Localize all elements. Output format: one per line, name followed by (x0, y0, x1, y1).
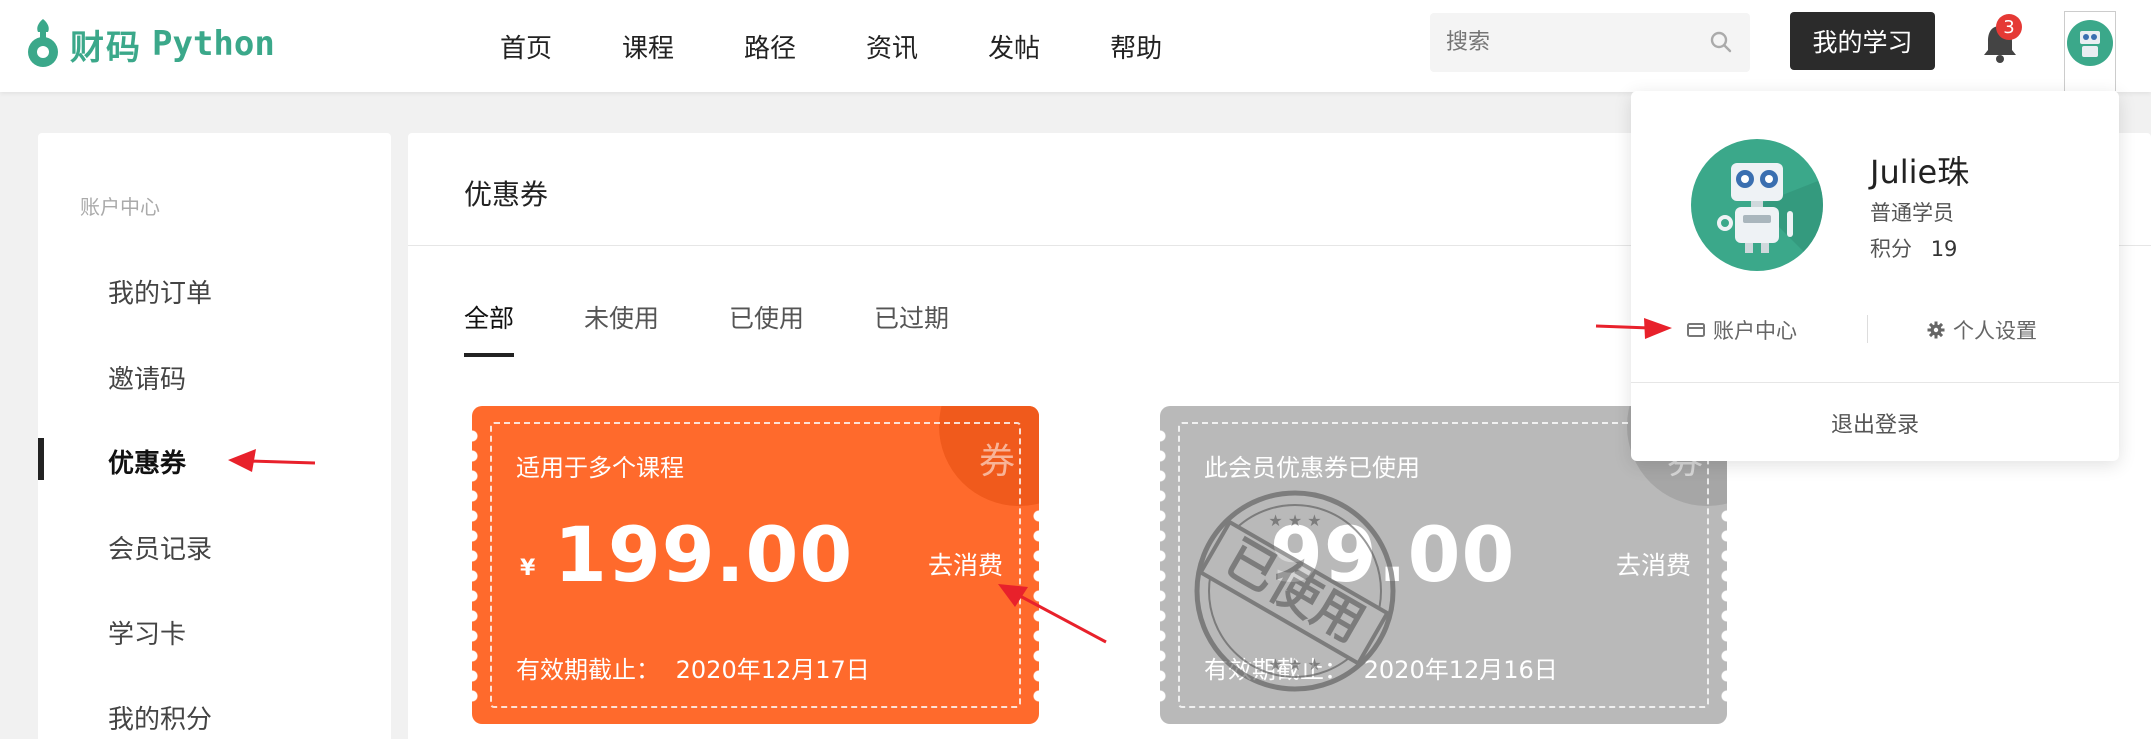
annotation-arrows (228, 318, 1672, 644)
